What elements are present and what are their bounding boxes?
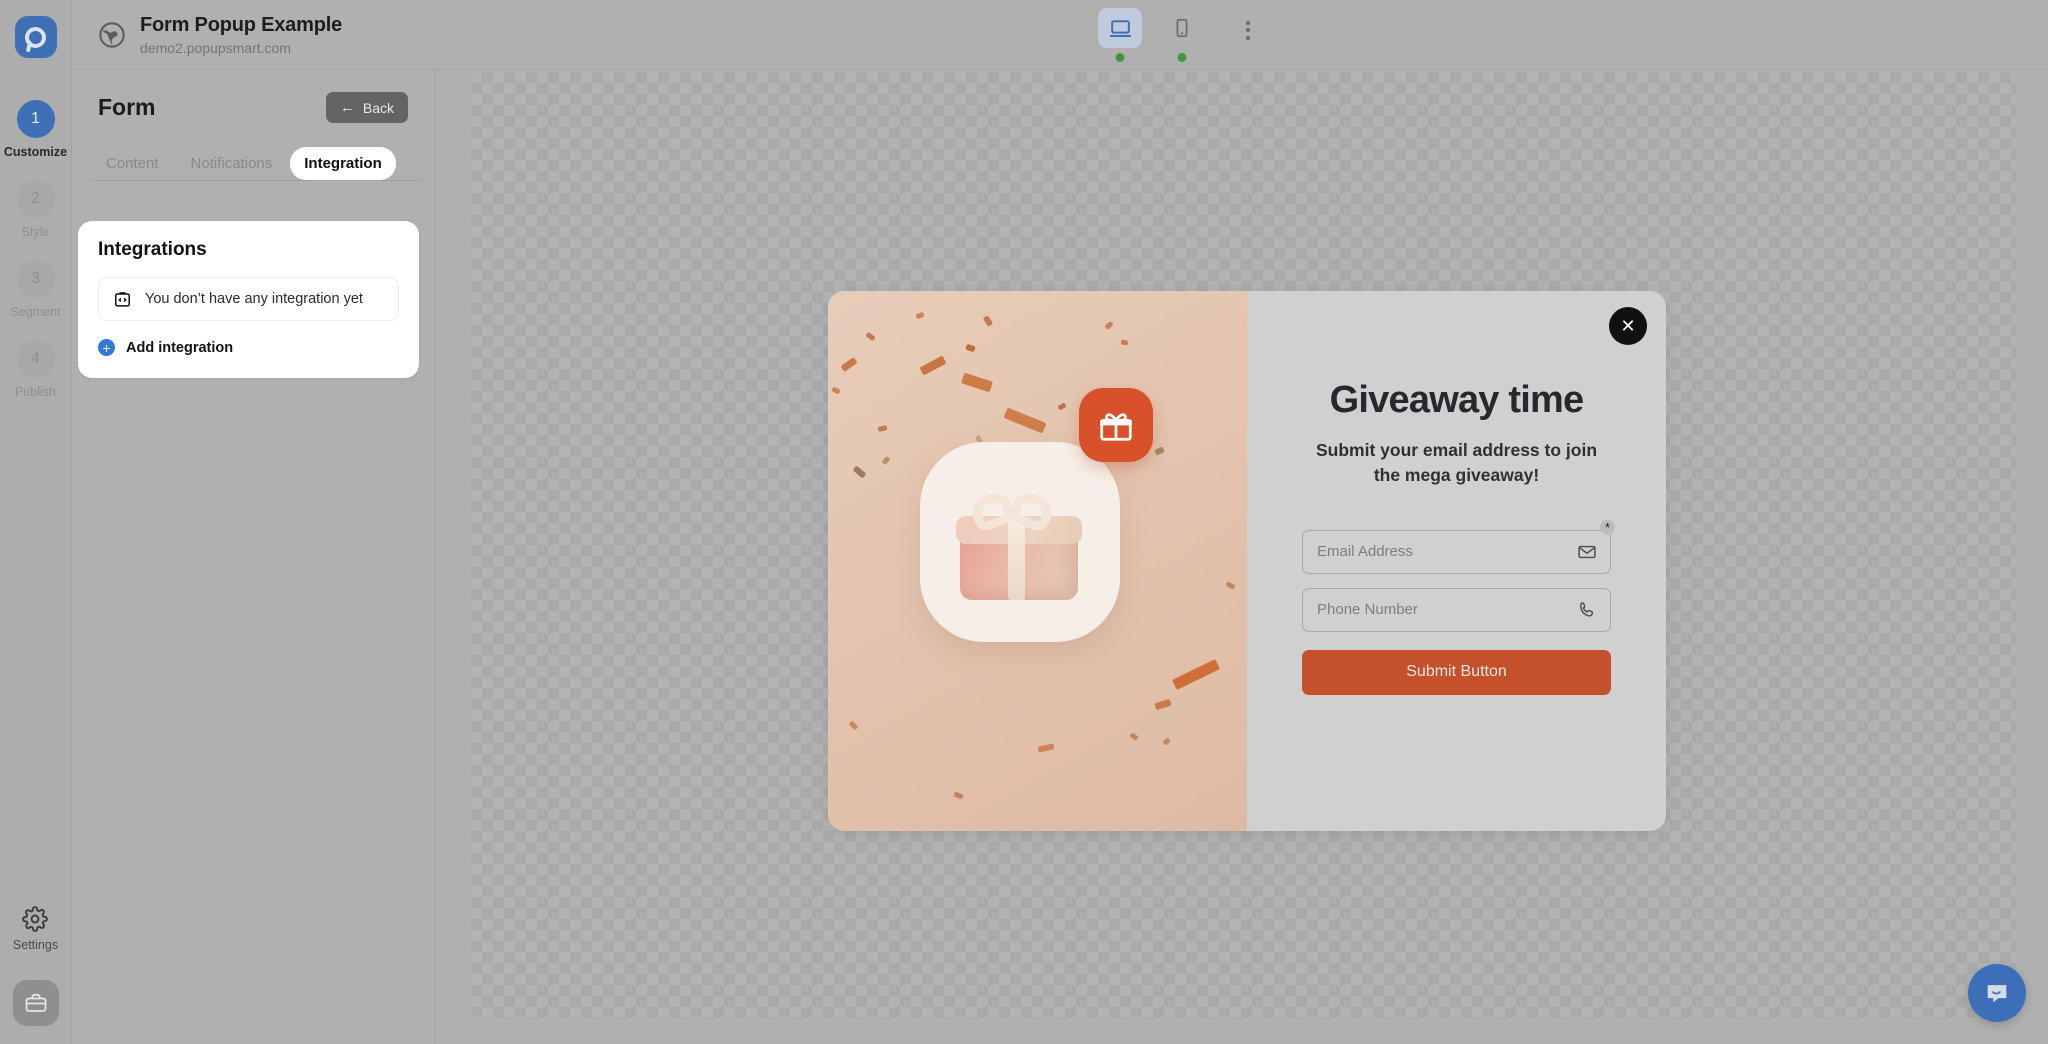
integrations-title: Integrations <box>98 239 207 260</box>
sidebar-item-settings[interactable]: Settings <box>13 906 58 952</box>
tab-integration[interactable]: Integration <box>290 147 396 180</box>
code-clipboard-icon <box>115 291 130 307</box>
arrow-left-icon: ← <box>339 99 355 116</box>
required-marker: * <box>1600 519 1615 535</box>
rail-bottom: Settings <box>0 906 71 1044</box>
gift-plate <box>920 442 1121 643</box>
sidebar-step-customize[interactable]: 1 Customize <box>0 100 71 159</box>
desktop-icon <box>1109 19 1131 37</box>
add-integration-label: Add integration <box>126 339 234 356</box>
device-toggle-group <box>1098 8 1260 62</box>
step-number: 4 <box>16 340 55 378</box>
top-bar: Form Popup Example demo2.popupsmart.com <box>72 0 2048 70</box>
popup-form-panel: Giveaway time Submit your email address … <box>1247 291 1666 831</box>
app-root: 1 Customize 2 Style 3 Segment 4 Publish <box>0 0 2048 1044</box>
close-icon[interactable]: ✕ <box>1609 307 1647 345</box>
page-title: Form Popup Example <box>140 13 342 36</box>
step-label: Style <box>21 225 50 239</box>
chat-bubble-glyph <box>1987 985 2007 1003</box>
briefcase-icon <box>25 993 46 1012</box>
step-number: 2 <box>16 180 55 218</box>
gift-box-illustration <box>956 487 1084 602</box>
back-button[interactable]: ← Back <box>325 92 408 123</box>
site-meta: Form Popup Example demo2.popupsmart.com <box>140 14 342 56</box>
step-list: 1 Customize 2 Style 3 Segment 4 Publish <box>0 100 71 420</box>
step-number: 3 <box>16 260 55 298</box>
plus-circle-icon: + <box>98 339 115 356</box>
site-url: demo2.popupsmart.com <box>140 39 291 56</box>
phone-field-wrap <box>1302 587 1611 632</box>
device-mobile-button[interactable] <box>1160 8 1204 62</box>
workspace-button[interactable] <box>12 980 59 1026</box>
tab-content[interactable]: Content <box>92 147 173 180</box>
step-number: 1 <box>16 100 55 138</box>
mobile-icon <box>1176 18 1188 38</box>
tab-notifications[interactable]: Notifications <box>177 147 287 180</box>
editor-panel: Form ← Back Content Notifications Integr… <box>72 70 435 1044</box>
sidebar-step-publish[interactable]: 4 Publish <box>0 340 71 399</box>
submit-button[interactable]: Submit Button <box>1302 649 1611 695</box>
gift-icon <box>1100 413 1133 441</box>
sidebar-step-segment[interactable]: 3 Segment <box>0 260 71 319</box>
popup-image-panel <box>828 291 1247 831</box>
step-label: Customize <box>3 145 68 159</box>
integrations-empty-row: You don’t have any integration yet <box>98 277 399 321</box>
popupsmart-logo-icon[interactable] <box>14 16 57 58</box>
integrations-empty-text: You don’t have any integration yet <box>145 291 363 307</box>
panel-title: Form <box>98 94 156 120</box>
device-status-dot <box>1115 53 1125 62</box>
left-rail: 1 Customize 2 Style 3 Segment 4 Publish <box>0 0 72 1044</box>
device-status-dot <box>1177 53 1187 62</box>
integrations-card: Integrations You don’t have any integrat… <box>78 221 419 378</box>
popup-subtitle: Submit your email address to join the me… <box>1315 440 1598 485</box>
email-field[interactable] <box>1302 529 1611 574</box>
sidebar-step-style[interactable]: 2 Style <box>0 180 71 239</box>
email-field-wrap: * <box>1302 519 1615 574</box>
globe-icon <box>99 21 125 48</box>
kebab-menu-icon[interactable] <box>1236 18 1260 42</box>
settings-label: Settings <box>12 938 59 952</box>
chat-bubble-icon[interactable] <box>1968 964 2026 1022</box>
popup-preview: Giveaway time Submit your email address … <box>828 291 1666 831</box>
gear-icon <box>22 906 49 932</box>
step-label: Segment <box>10 305 61 319</box>
popup-title: Giveaway time <box>1329 379 1584 421</box>
device-desktop-button[interactable] <box>1098 8 1142 62</box>
step-label: Publish <box>15 385 56 399</box>
phone-field[interactable] <box>1302 587 1611 632</box>
panel-header: Form ← Back <box>72 70 434 123</box>
add-integration-button[interactable]: + Add integration <box>98 339 399 356</box>
gift-badge <box>1079 388 1154 463</box>
tabs-underline <box>92 180 422 181</box>
back-button-label: Back <box>362 99 394 116</box>
panel-tabs: Content Notifications Integration <box>92 147 434 181</box>
